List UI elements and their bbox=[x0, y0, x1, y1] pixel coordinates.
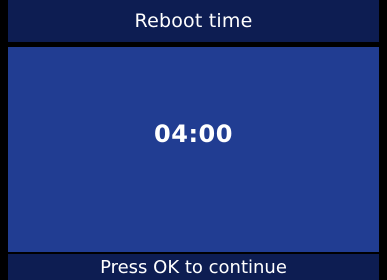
time-display-panel: 04:00 bbox=[8, 47, 379, 252]
page-title: Reboot time bbox=[134, 10, 253, 32]
title-bar: Reboot time bbox=[8, 0, 379, 42]
footer-bar: Press OK to continue bbox=[8, 254, 379, 280]
reboot-time-screen: Reboot time 04:00 Press OK to continue bbox=[0, 0, 387, 280]
reboot-time-value[interactable]: 04:00 bbox=[154, 120, 233, 148]
continue-hint: Press OK to continue bbox=[100, 256, 287, 278]
